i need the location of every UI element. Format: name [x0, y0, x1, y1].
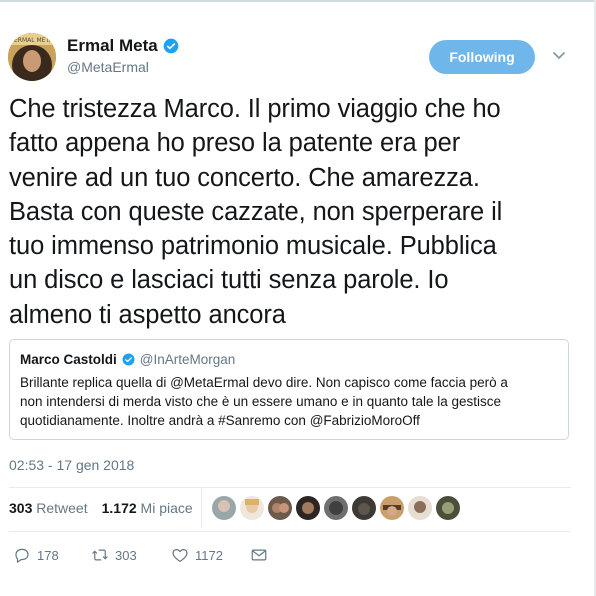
top-border — [0, 0, 596, 2]
reply-count: 178 — [37, 547, 59, 563]
verified-badge-icon — [163, 38, 179, 54]
retweet-stat-label: Retweet — [36, 500, 88, 516]
tweet-timestamp[interactable]: 02:53 - 17 gen 2018 — [9, 457, 134, 473]
retweet-stat-count: 303 — [9, 500, 33, 516]
liker-avatar[interactable] — [324, 496, 348, 520]
envelope-icon — [251, 549, 267, 561]
tweet-line: venire ad un tuo concerto. Che amarezza. — [9, 163, 480, 192]
tweet-line: un disco e lasciaci tutti senza parole. … — [9, 266, 449, 295]
like-stat-count: 1.172 — [101, 500, 137, 516]
author-handle[interactable]: @MetaErmal — [67, 59, 149, 75]
liker-avatar[interactable] — [212, 496, 236, 520]
quoted-author-name: Marco Castoldi — [20, 352, 117, 367]
svg-text:ERMAL META: ERMAL META — [14, 37, 54, 44]
liker-avatar[interactable] — [380, 496, 404, 520]
chevron-down-icon[interactable] — [552, 48, 566, 62]
divider — [9, 487, 571, 488]
liker-avatar[interactable] — [436, 496, 460, 520]
quoted-author-row: Marco Castoldi @InArteMorgan — [20, 352, 235, 367]
heart-icon — [172, 549, 188, 562]
tweet-line: tuo immenso patrimonio musicale. Pubblic… — [9, 232, 497, 261]
liker-avatar[interactable] — [408, 496, 432, 520]
author-avatar[interactable]: ERMAL META — [8, 33, 56, 81]
tweet-line: fatto appena ho preso la patente era per — [9, 129, 461, 158]
author-name-row[interactable]: Ermal Meta — [67, 36, 179, 56]
direct-message-button[interactable] — [250, 546, 268, 564]
tweet-text: Che tristezza Marco. Il primo viaggio ch… — [9, 92, 579, 332]
quoted-tweet-text: Brillante replica quella di @MetaErmal d… — [20, 373, 560, 430]
tweet-line: Basta con queste cazzate, non sperperare… — [9, 197, 503, 226]
tweet-stats: 303 Retweet 1.172 Mi piace — [9, 500, 193, 516]
retweet-count: 303 — [115, 547, 137, 563]
like-count: 1172 — [195, 547, 223, 563]
liker-avatar[interactable] — [268, 496, 292, 520]
quoted-tweet-card[interactable]: Marco Castoldi @InArteMorgan Brillante r… — [9, 339, 569, 440]
liker-avatar[interactable] — [240, 496, 264, 520]
author-name[interactable]: Ermal Meta — [67, 36, 158, 56]
quoted-author-handle: @InArteMorgan — [139, 352, 236, 367]
quote-line: non intendersi di merda visto che è un e… — [20, 394, 502, 409]
liker-avatar[interactable] — [296, 496, 320, 520]
retweet-stat[interactable]: 303 Retweet — [9, 500, 88, 516]
liker-avatars — [212, 496, 460, 520]
quote-line: Brillante replica quella di @MetaErmal d… — [20, 375, 508, 390]
like-stat[interactable]: 1.172 Mi piace — [102, 500, 193, 516]
retweet-button[interactable]: 303 — [91, 546, 137, 564]
like-stat-label: Mi piace — [140, 500, 193, 516]
tweet-line: Che tristezza Marco. Il primo viaggio ch… — [9, 95, 501, 123]
liker-avatar[interactable] — [352, 496, 376, 520]
tweet-line: almeno ti aspetto ancora — [9, 300, 286, 329]
like-button[interactable]: 1172 — [171, 546, 223, 564]
retweet-icon — [92, 549, 108, 561]
quote-line: quotidianamente. Inoltre andrà a #Sanrem… — [20, 413, 420, 428]
stats-separator — [201, 488, 202, 528]
reply-button[interactable]: 178 — [13, 546, 59, 564]
divider — [9, 531, 571, 532]
reply-icon — [15, 548, 29, 563]
verified-badge-icon — [122, 353, 135, 366]
following-button[interactable]: Following — [429, 40, 535, 74]
